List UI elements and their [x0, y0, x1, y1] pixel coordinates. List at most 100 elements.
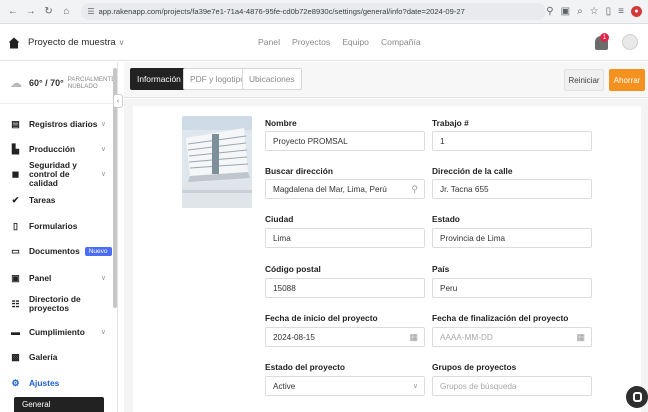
save-button[interactable]: Ahorrar	[609, 69, 645, 91]
project-photo[interactable]	[182, 116, 252, 208]
chat-icon	[632, 392, 642, 402]
collapse-sidebar-button[interactable]: ‹	[113, 94, 123, 108]
sidebar-item-label: Directorio de proyectos	[29, 294, 81, 313]
buscar-direccion-input[interactable]: Magdalena del Mar, Lima, Perú ⚲	[265, 179, 425, 199]
site-info-icon[interactable]: ☰	[87, 7, 94, 16]
chevron-down-icon: ∨	[100, 146, 106, 153]
reload-icon[interactable]: ↻	[42, 5, 56, 19]
sidebar-item-formularios[interactable]: ▯ Formularios	[0, 219, 112, 233]
nav-proyectos[interactable]: Proyectos	[292, 37, 330, 47]
nav-equipo[interactable]: Equipo	[342, 37, 369, 47]
notification-badge: 1	[600, 33, 609, 42]
calendar-icon[interactable]: ▦	[576, 332, 585, 343]
fecha-fin-input[interactable]: AAAA-MM-DD ▦	[432, 327, 592, 347]
estado-label: Estado	[432, 214, 460, 224]
fecha-inicio-value: 2024-08-15	[273, 332, 315, 342]
sidebar-item-label: Registros diarios	[29, 118, 98, 129]
chat-button[interactable]	[626, 386, 648, 408]
sidebar-item-documentos[interactable]: ▭ Documentos Nuevo	[0, 244, 112, 258]
new-badge: Nuevo	[84, 246, 112, 256]
sidebar-item-seguridad[interactable]: ◼ Seguridad y control de calidad ∨	[0, 160, 112, 187]
puzzle-icon[interactable]: ▯	[606, 6, 612, 17]
notifications-button[interactable]: 1	[594, 33, 610, 51]
forward-icon[interactable]: →	[24, 5, 38, 19]
log-icon: ▤	[11, 118, 20, 129]
sidebar-item-label: Seguridad y control de calidad	[29, 159, 77, 188]
chevron-down-icon: ∨	[412, 383, 418, 390]
chevron-down-icon: ∨	[100, 275, 106, 282]
browser-toolbar: ← → ↻ ⌂ ☰ app.rakenapp.com/projects/fa39…	[0, 0, 648, 24]
weather-condition-line1: PARCIALMENTE	[67, 75, 116, 83]
calendar-icon[interactable]: ▦	[409, 332, 418, 343]
url-text: app.rakenapp.com/projects/fa39e7e1-71a4-…	[98, 7, 465, 16]
forms-icon: ▯	[13, 220, 18, 231]
buscar-direccion-label: Buscar dirección	[265, 166, 333, 176]
chevron-down-icon: ∨	[100, 171, 106, 178]
sidebar-item-label: Ajustes	[29, 377, 60, 388]
sidebar-item-ajustes[interactable]: ⚙ Ajustes	[0, 376, 112, 390]
nav-compania[interactable]: Compañía	[381, 37, 421, 47]
estado-input[interactable]: Provincia de Lima	[432, 228, 592, 248]
nav-panel[interactable]: Panel	[258, 37, 280, 47]
sidebar-item-directorio[interactable]: ☷ Directorio de proyectos	[0, 294, 112, 314]
nombre-input[interactable]: Proyecto PROMSAL	[265, 131, 425, 151]
gallery-icon: ▩	[11, 351, 20, 362]
calle-label: Dirección de la calle	[432, 166, 513, 176]
tab-informacion[interactable]: Información	[130, 68, 188, 90]
media-icon[interactable]: ≡	[618, 6, 624, 17]
sidebar-item-cumplimiento[interactable]: ▬ Cumplimiento ∨	[0, 325, 112, 339]
top-nav: Panel Proyectos Equipo Compañía	[258, 37, 421, 47]
sidebar-item-tareas[interactable]: ✔ Tareas	[0, 193, 112, 207]
sidebar-item-label: Cumplimiento	[29, 326, 85, 337]
home-icon[interactable]: ⌂	[60, 5, 74, 19]
sidebar-item-label: Producción	[29, 143, 76, 154]
avatar[interactable]	[622, 34, 638, 50]
fecha-fin-placeholder: AAAA-MM-DD	[440, 332, 493, 342]
fecha-inicio-input[interactable]: 2024-08-15 ▦	[265, 327, 425, 347]
tasks-icon: ✔	[11, 194, 20, 205]
production-icon: ▙	[12, 143, 19, 154]
sidebar-item-registros[interactable]: ▤ Registros diarios ∨	[0, 117, 112, 131]
pais-input[interactable]: Peru	[432, 278, 592, 298]
sidebar-subitem-general[interactable]: General	[14, 397, 104, 412]
chevron-down-icon: ∨	[118, 38, 125, 47]
chevron-down-icon: ∨	[100, 329, 106, 336]
extension-icon[interactable]: ▣	[561, 6, 570, 17]
estado-proyecto-value: Active	[273, 381, 296, 391]
weather-condition: PARCIALMENTE NUBLADO	[68, 76, 116, 90]
project-selector-label: Proyecto de muestra	[28, 37, 116, 48]
address-bar[interactable]: ☰ app.rakenapp.com/projects/fa39e7e1-71a…	[81, 3, 547, 20]
chevron-down-icon: ∨	[100, 121, 106, 128]
ciudad-input[interactable]: Lima	[265, 228, 425, 248]
buscar-direccion-value: Magdalena del Mar, Lima, Perú	[273, 184, 387, 194]
calle-input[interactable]: Jr. Tacna 655	[432, 179, 592, 199]
ciudad-label: Ciudad	[265, 214, 294, 224]
search-icon: ⚲	[411, 184, 418, 194]
estado-proyecto-select[interactable]: Active ∨	[265, 376, 425, 396]
sidebar-item-panel[interactable]: ▣ Panel ∨	[0, 271, 112, 285]
sidebar-item-label: Formularios	[29, 220, 78, 231]
profile-icon[interactable]: ●	[631, 6, 642, 17]
translate-icon[interactable]: ⚲	[546, 6, 553, 17]
codigo-postal-label: Código postal	[265, 264, 321, 274]
sidebar-item-galeria[interactable]: ▩ Galería	[0, 350, 112, 364]
codigo-postal-input[interactable]: 15088	[265, 278, 425, 298]
trabajo-label: Trabajo #	[432, 118, 469, 128]
trabajo-input[interactable]: 1	[432, 131, 592, 151]
estado-proyecto-label: Estado del proyecto	[265, 362, 346, 372]
grupos-input[interactable]: Grupos de búsqueda	[432, 376, 592, 396]
directory-icon: ☷	[11, 298, 20, 309]
sidebar-item-label: Galería	[29, 351, 58, 362]
fecha-fin-label: Fecha de finalización del proyecto	[432, 313, 569, 323]
weather-widget: ☁ 60° / 70° PARCIALMENTE NUBLADO	[0, 62, 117, 104]
back-icon[interactable]: ←	[6, 5, 20, 19]
reset-button[interactable]: Reiniciar	[564, 69, 604, 91]
project-selector[interactable]: Proyecto de muestra ∨	[28, 37, 125, 48]
tab-ubicaciones[interactable]: Ubicaciones	[242, 68, 302, 90]
bookmark-star-icon[interactable]: ☆	[590, 6, 599, 17]
sidebar-item-produccion[interactable]: ▙ Producción ∨	[0, 142, 112, 156]
home-icon[interactable]	[8, 37, 20, 49]
folder-icon: ▭	[11, 245, 20, 256]
gear-icon: ⚙	[11, 377, 20, 388]
zoom-icon[interactable]: ⌕	[577, 6, 583, 17]
